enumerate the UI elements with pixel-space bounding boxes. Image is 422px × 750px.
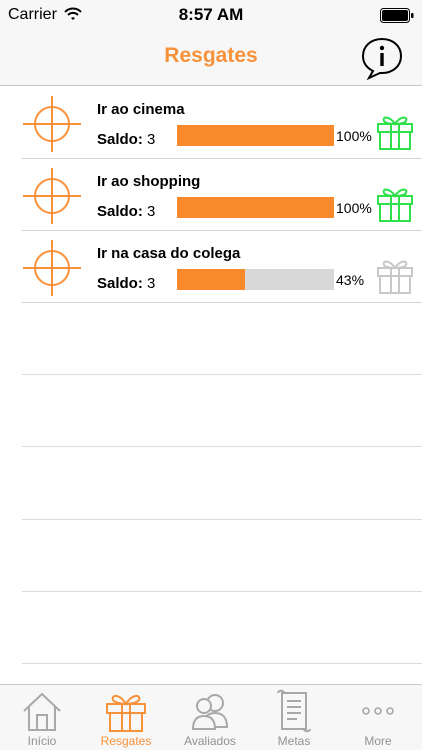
more-dots-icon	[362, 707, 394, 715]
navigation-bar: Resgates	[0, 30, 422, 86]
crosshair-target-icon	[23, 96, 81, 152]
tab-label: Início	[27, 734, 57, 748]
tab-more[interactable]: More	[336, 685, 420, 750]
progress-percent: 43%	[336, 272, 365, 288]
reward-row[interactable]: Ir ao cinema Saldo: 3 100%	[22, 87, 422, 159]
rewards-list: Ir ao cinema Saldo: 3 100% Ir ao shoppin…	[0, 87, 422, 303]
saldo-text: Saldo: 3	[97, 275, 156, 292]
tab-label: More	[364, 734, 392, 748]
tab-bar: Início Resgates Avaliados Metas More	[0, 684, 422, 750]
people-icon	[191, 694, 229, 730]
progress-fill	[177, 125, 334, 146]
empty-row-separator	[22, 446, 422, 447]
info-icon[interactable]	[360, 36, 404, 80]
progress-bar	[177, 125, 334, 146]
progress-bar	[177, 269, 334, 290]
tab-label: Avaliados	[184, 734, 236, 748]
reward-title: Ir ao shopping	[97, 173, 201, 190]
empty-row-separator	[22, 374, 422, 375]
status-bar: Carrier 8:57 AM	[0, 0, 422, 30]
tab-inicio[interactable]: Início	[0, 685, 84, 750]
progress-fill	[177, 197, 334, 218]
scroll-icon	[277, 689, 311, 733]
tab-metas[interactable]: Metas	[252, 685, 336, 750]
gift-locked-icon[interactable]	[376, 256, 414, 294]
saldo-text: Saldo: 3	[97, 203, 156, 220]
gift-available-icon[interactable]	[376, 184, 414, 222]
crosshair-target-icon	[23, 168, 81, 224]
empty-row-separator	[22, 591, 422, 592]
saldo-text: Saldo: 3	[97, 131, 156, 148]
reward-title: Ir na casa do colega	[97, 245, 241, 262]
house-icon	[23, 692, 61, 731]
reward-row[interactable]: Ir ao shopping Saldo: 3 100%	[22, 159, 422, 231]
progress-percent: 100%	[336, 200, 372, 216]
battery-icon	[380, 8, 414, 23]
gift-icon	[106, 694, 146, 732]
reward-row[interactable]: Ir na casa do colega Saldo: 3 43%	[22, 231, 422, 303]
gift-available-icon[interactable]	[376, 112, 414, 150]
tab-label: Resgates	[100, 734, 152, 748]
empty-row-separator	[22, 663, 422, 664]
progress-fill	[177, 269, 245, 290]
tab-label: Metas	[277, 734, 311, 748]
reward-title: Ir ao cinema	[97, 101, 185, 118]
status-time: 8:57 AM	[178, 5, 244, 24]
progress-percent: 100%	[336, 128, 372, 144]
progress-bar	[177, 197, 334, 218]
page-title: Resgates	[164, 44, 258, 67]
tab-resgates[interactable]: Resgates	[84, 685, 168, 750]
crosshair-target-icon	[23, 240, 81, 296]
empty-row-separator	[22, 519, 422, 520]
tab-avaliados[interactable]: Avaliados	[168, 685, 252, 750]
